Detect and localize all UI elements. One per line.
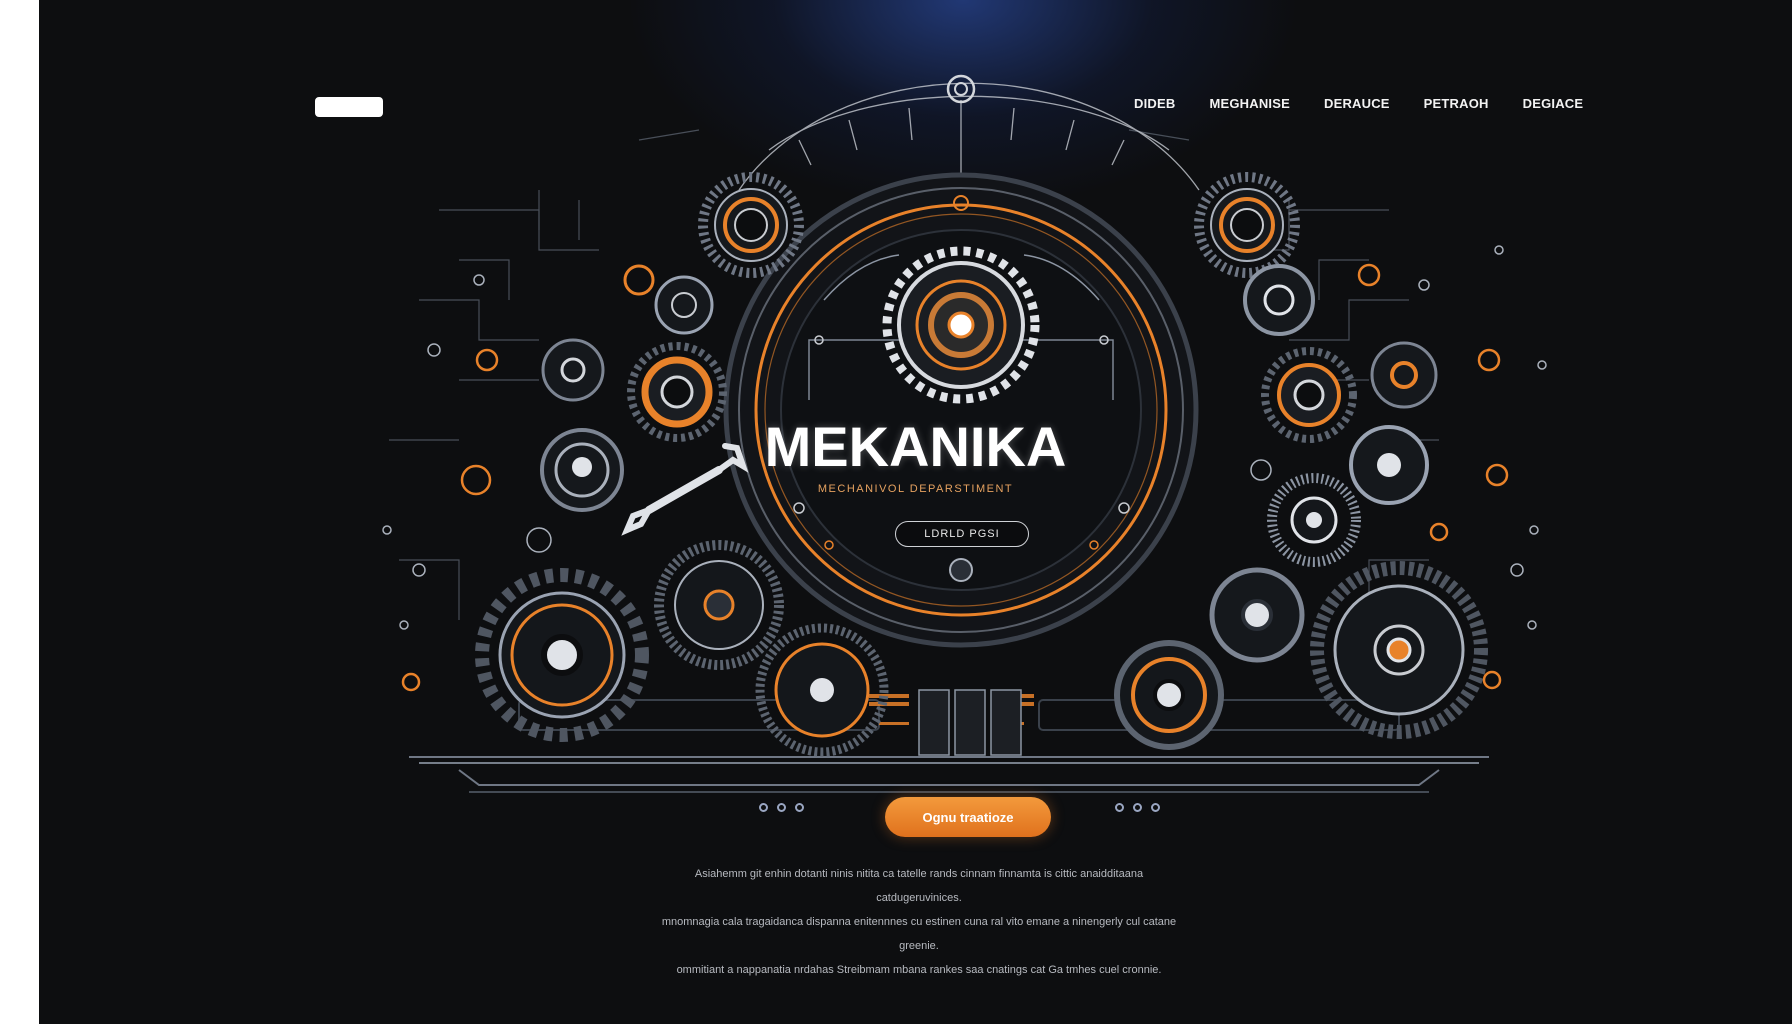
nav-item-4[interactable]: PETRAOH [1424,96,1489,111]
cta-button[interactable]: Ognu traatioze [885,797,1051,837]
gear-right-far [1370,341,1438,409]
logo[interactable] [315,97,383,117]
description: Asiahemm git enhin dotanti ninis nitita … [659,862,1179,982]
hero-title: MEKANIKA [764,415,1067,478]
hero-page: DIDEB MEGHANISE DERAUCE PETRAOH DEGIACE … [39,0,1792,1024]
gear-bottom-right-center [1114,640,1224,750]
description-line: Asiahemm git enhin dotanti ninis nitita … [694,868,1144,904]
nav-item-2[interactable]: MEGHANISE [1209,96,1290,111]
gear-big-right [1310,561,1488,739]
gear-big-left [475,568,649,742]
indicator-dot [1151,803,1160,812]
hero-pill-button[interactable]: LDRLD PGSI [895,521,1029,547]
center-cog [882,246,1040,404]
description-line: ommitiant a nappanatia nrdahas Streibmam… [676,964,1162,976]
top-knob [946,74,976,104]
left-indicator-dots [759,803,804,812]
hero-subtitle: MECHANIVOL DEPARSTIMENT [817,483,1014,495]
indicator-dot [1133,803,1142,812]
right-indicator-dots [1115,803,1160,812]
main-dial [723,172,1199,648]
description-line: mnomnagia cala tragaidanca dispanna enit… [661,916,1177,952]
indicator-dot [795,803,804,812]
gear-right-mid-lower [1209,567,1305,663]
gear-mid-left [541,338,605,402]
indicator-dot [777,803,786,812]
gear-small-left-b [623,264,655,296]
main-nav: DIDEB MEGHANISE DERAUCE PETRAOH DEGIACE [1134,96,1583,111]
indicator-dot [759,803,768,812]
base-pillars [918,689,1022,756]
nav-item-3[interactable]: DERAUCE [1324,96,1390,111]
indicator-dot [1115,803,1124,812]
gear-small-left-a [654,275,714,335]
nav-item-1[interactable]: DIDEB [1134,96,1175,111]
gear-left-center-lower [654,540,784,670]
gear-right-upper [1243,264,1315,336]
gear-bottom-left-center [755,623,889,757]
nav-item-5[interactable]: DEGIACE [1523,96,1584,111]
gear-tl [698,172,804,278]
gear-tr [1194,172,1300,278]
